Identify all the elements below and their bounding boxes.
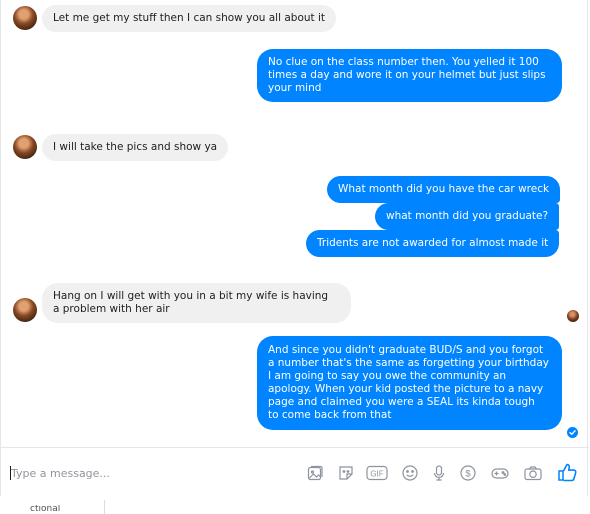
contact-avatar[interactable] [13, 6, 37, 30]
message-line: your mind [268, 82, 322, 94]
incoming-message: Hang on I will get with you in a bit my … [42, 283, 351, 323]
message-line: Hang on I will get with you in a bit my … [53, 290, 329, 302]
gif-icon[interactable]: GIF [366, 464, 388, 482]
delivered-check-icon [567, 427, 578, 438]
message-line: to come back from that [268, 409, 392, 421]
seen-avatar [567, 310, 579, 322]
contact-avatar[interactable] [13, 135, 37, 159]
outgoing-message: And since you didn't graduate BUD/S and … [257, 336, 562, 430]
message-line: times a day and wore it on your helmet b… [268, 69, 546, 81]
message-text: Let me get my stuff then I can show you … [53, 12, 326, 24]
footer-divider [104, 500, 105, 514]
message-line: apology. When your kid posted the pictur… [268, 383, 544, 395]
incoming-message: I will take the pics and show ya [42, 134, 229, 161]
outgoing-message: what month did you graduate? [375, 203, 560, 230]
message-line: I am going to say you owe the community … [268, 370, 507, 382]
sticker-icon[interactable] [337, 464, 355, 482]
message-line: a problem with her air [53, 303, 170, 315]
message-text: What month did you have the car wreck [338, 183, 550, 195]
message-line: No clue on the class number then. You ye… [268, 56, 539, 68]
outgoing-message: Tridents are not awarded for almost made… [306, 230, 560, 257]
footer-text: ctional [30, 505, 61, 514]
message-text: what month did you graduate? [386, 210, 549, 222]
payment-label: $ [465, 469, 471, 480]
contact-avatar[interactable] [13, 298, 37, 322]
emoji-icon[interactable] [401, 464, 419, 482]
message-composer: Type a message... GIF $ [1, 447, 589, 496]
message-input[interactable]: Type a message... [11, 467, 110, 480]
thumbs-up-icon[interactable] [557, 461, 579, 483]
game-icon[interactable] [490, 464, 510, 482]
message-line: page and claimed you were a SEAL its kin… [268, 396, 535, 408]
gif-label: GIF [370, 469, 383, 478]
message-line: And since you didn't graduate BUD/S and … [268, 344, 544, 356]
message-text: Tridents are not awarded for almost made… [317, 237, 549, 249]
message-text: I will take the pics and show ya [53, 141, 218, 153]
chat-window: Let me get my stuff then I can show you … [0, 0, 589, 496]
incoming-message: Let me get my stuff then I can show you … [42, 5, 337, 32]
payment-icon[interactable]: $ [459, 464, 477, 482]
outgoing-message: No clue on the class number then. You ye… [257, 49, 562, 102]
sticker-gallery-icon[interactable] [306, 464, 324, 482]
microphone-icon[interactable] [430, 464, 448, 482]
message-line: a number that's the same as forgetting y… [268, 357, 549, 369]
camera-icon[interactable] [523, 464, 543, 482]
outgoing-message: What month did you have the car wreck [327, 176, 561, 203]
